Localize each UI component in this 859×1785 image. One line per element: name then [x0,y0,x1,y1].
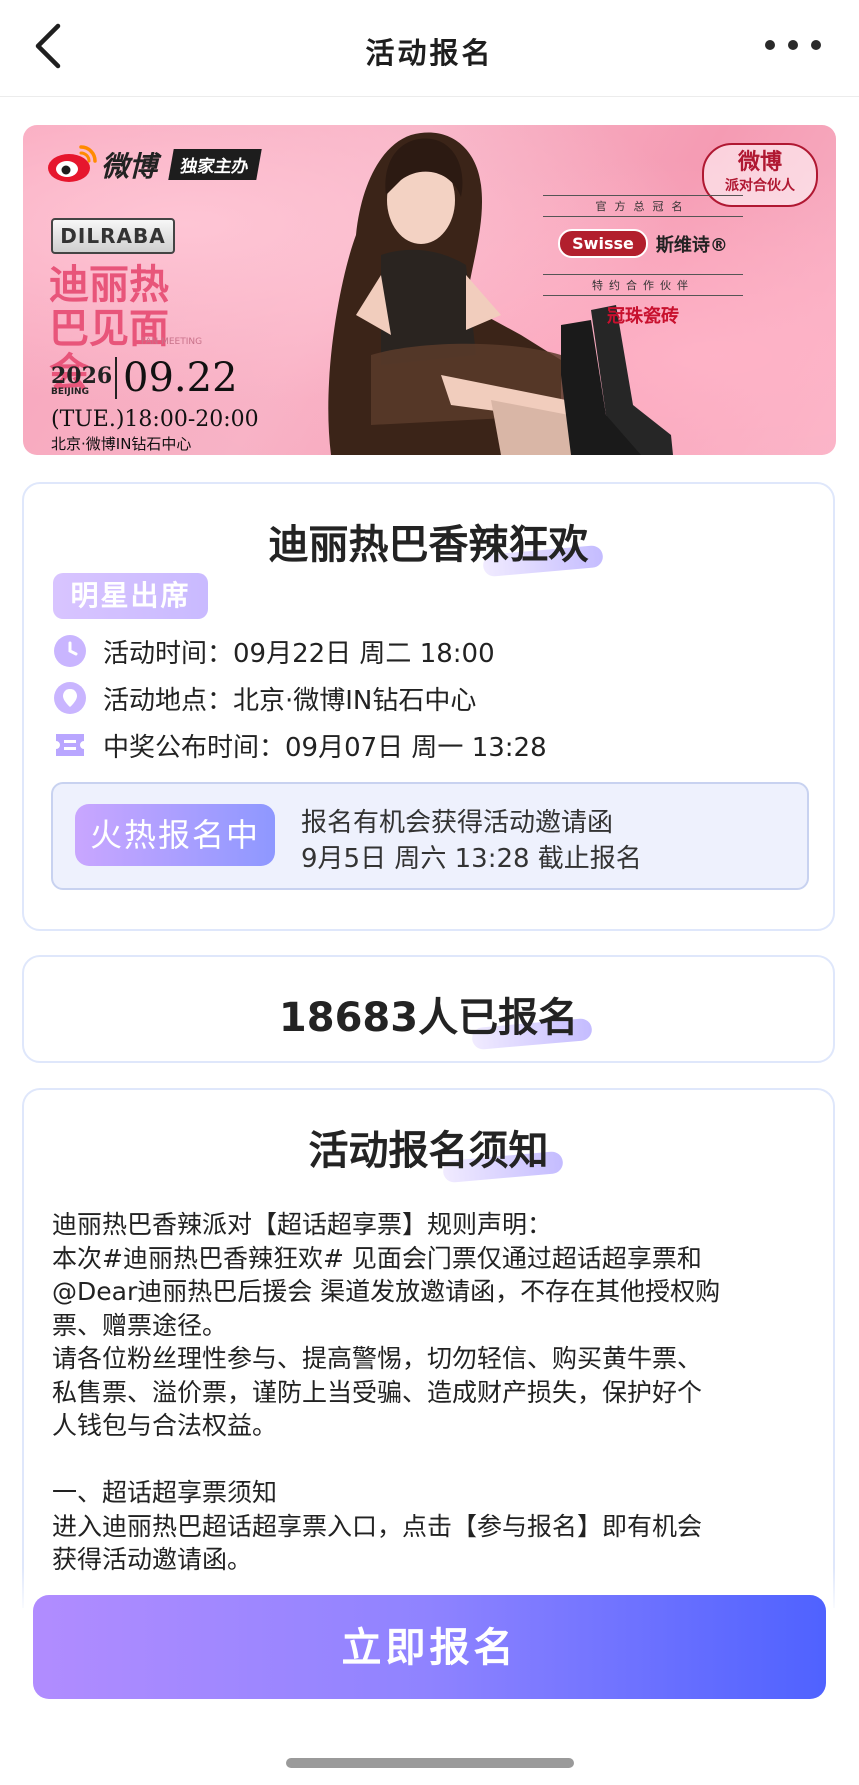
exclusive-host-tag: 独家主办 [168,149,262,180]
register-now-button[interactable]: 立即报名 [33,1595,826,1699]
banner-venue: 北京·微博IN钻石中心 [51,435,192,453]
artist-name-badge: DILRABA [51,218,175,254]
banner-year: 2026 [51,363,113,389]
event-location-row: 活动地点：北京·微博IN钻石中心 [53,680,476,716]
notice-title-wrap: 活动报名须知 [24,1118,833,1184]
banner-time: (TUE.)18:00-20:00 [51,407,259,432]
notice-title-text: 活动报名须知 [308,1128,549,1174]
weibo-brand-text: 微博 [101,150,158,183]
swisse-logo: Swisse [558,229,648,258]
registration-deadline: 9月5日 周六 13:28 截止报名 [301,844,642,874]
notice-title: 活动报名须知 [308,1118,564,1184]
title-sponsor-label: 官方总冠名 [543,195,743,217]
registration-status-box: 火热报名中 报名有机会获得活动邀请函 9月5日 周六 13:28 截止报名 [51,782,809,890]
partner-name: 冠珠瓷砖 [607,306,679,327]
registration-count-card: 18683人已报名 [22,955,835,1063]
registration-notice-card: 活动报名须知 迪丽热巴香辣派对【超话超享票】规则声明： 本次#迪丽热巴香辣狂欢#… [22,1088,835,1608]
event-title-wrap: 迪丽热巴香辣狂欢 [24,512,833,578]
registration-count-text: 18683人已报名 [278,995,579,1041]
event-time-row: 活动时间：09月22日 周二 18:00 [53,633,495,669]
notice-body: 迪丽热巴香辣派对【超话超享票】规则声明： 本次#迪丽热巴香辣狂欢# 见面会门票仅… [52,1210,721,1574]
count-wrap: 18683人已报名 [24,985,833,1051]
banner-date: 09.22 [115,357,238,399]
event-title-text: 迪丽热巴香辣狂欢 [268,522,589,568]
event-info-card: 迪丽热巴香辣狂欢 明星出席 活动时间：09月22日 周二 18:00 活动地点：… [22,482,835,931]
location-pin-icon [54,682,86,714]
registration-count: 18683人已报名 [278,985,593,1051]
event-title: 迪丽热巴香辣狂欢 [268,512,604,578]
weibo-logo-icon [48,145,97,182]
banner-city: BEIJING [51,387,89,397]
swisse-cn-name: 斯维诗® [655,234,728,256]
home-indicator[interactable] [286,1758,574,1768]
swisse-row: Swisse 斯维诗® [543,229,743,258]
sponsor-block: 官方总冠名 Swisse 斯维诗® 特约合作伙伴 冠珠瓷砖 [543,195,743,328]
hot-registration-badge: 火热报名中 [75,804,275,866]
fan-meeting-label: FAN MEETING [141,337,203,347]
event-time-text: 活动时间：09月22日 周二 18:00 [103,638,495,669]
announce-time-row: 中奖公布时间：09月07日 周一 13:28 [53,727,547,763]
clock-icon [54,635,86,667]
star-attending-tag: 明星出席 [53,573,208,619]
status-description: 报名有机会获得活动邀请函 [301,808,614,838]
party-badge-subtitle: 派对合伙人 [725,178,795,194]
partner-label: 特约合作伙伴 [543,274,743,296]
ticket-icon [56,734,84,756]
more-options-icon[interactable] [765,30,821,60]
announce-time-text: 中奖公布时间：09月07日 周一 13:28 [103,732,547,763]
party-badge-title: 微博 [737,150,782,175]
event-banner: 微博 独家主办 DILRABA 迪丽热巴见面会 FAN MEETING 2026… [23,125,836,455]
page-title: 活动报名 [365,36,494,70]
top-nav-bar: 活动报名 [0,0,859,97]
event-location-text: 活动地点：北京·微博IN钻石中心 [103,685,477,716]
